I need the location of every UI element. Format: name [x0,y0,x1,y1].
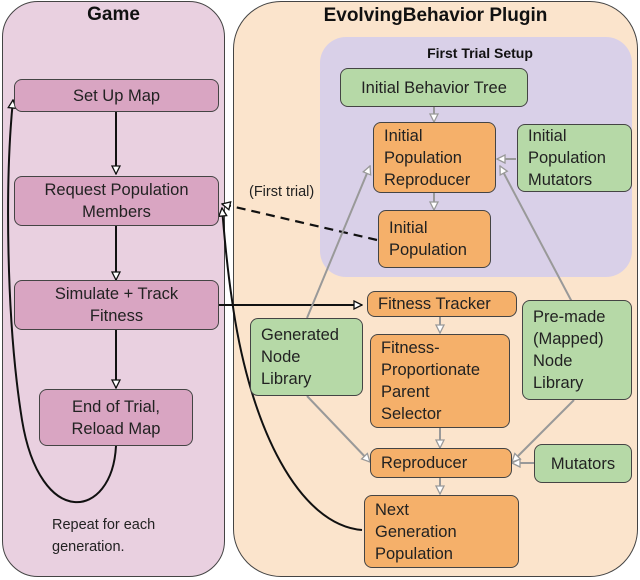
end-of-trial-node: End of Trial, Reload Map [39,389,193,446]
game-title: Game [87,4,140,25]
premade-node-library-node: Pre-made (Mapped) Node Library [522,300,632,400]
generated-node-library-node: Generated Node Library [250,318,363,396]
reproducer-node: Reproducer [370,448,512,478]
request-population-node: Request Population Members [14,176,219,226]
initial-behavior-tree-node: Initial Behavior Tree [340,68,528,107]
first-trial-setup-title: First Trial Setup [427,45,533,61]
set-up-map-node: Set Up Map [14,79,219,112]
fitness-tracker-node: Fitness Tracker [367,291,517,317]
first-trial-label: (First trial) [249,184,315,200]
initial-population-reproducer-node: Initial Population Reproducer [373,122,496,193]
mutators-node: Mutators [534,444,632,483]
plugin-title: EvolvingBehavior Plugin [323,5,548,26]
next-generation-population-node: Next Generation Population [364,495,519,568]
initial-population-node: Initial Population [378,210,491,268]
fitness-proportionate-parent-selector-node: Fitness- Proportionate Parent Selector [370,334,510,428]
simulate-track-node: Simulate + Track Fitness [14,280,219,330]
initial-population-mutators-node: Initial Population Mutators [517,124,632,192]
repeat-note: Repeat for each generation. [52,517,156,555]
